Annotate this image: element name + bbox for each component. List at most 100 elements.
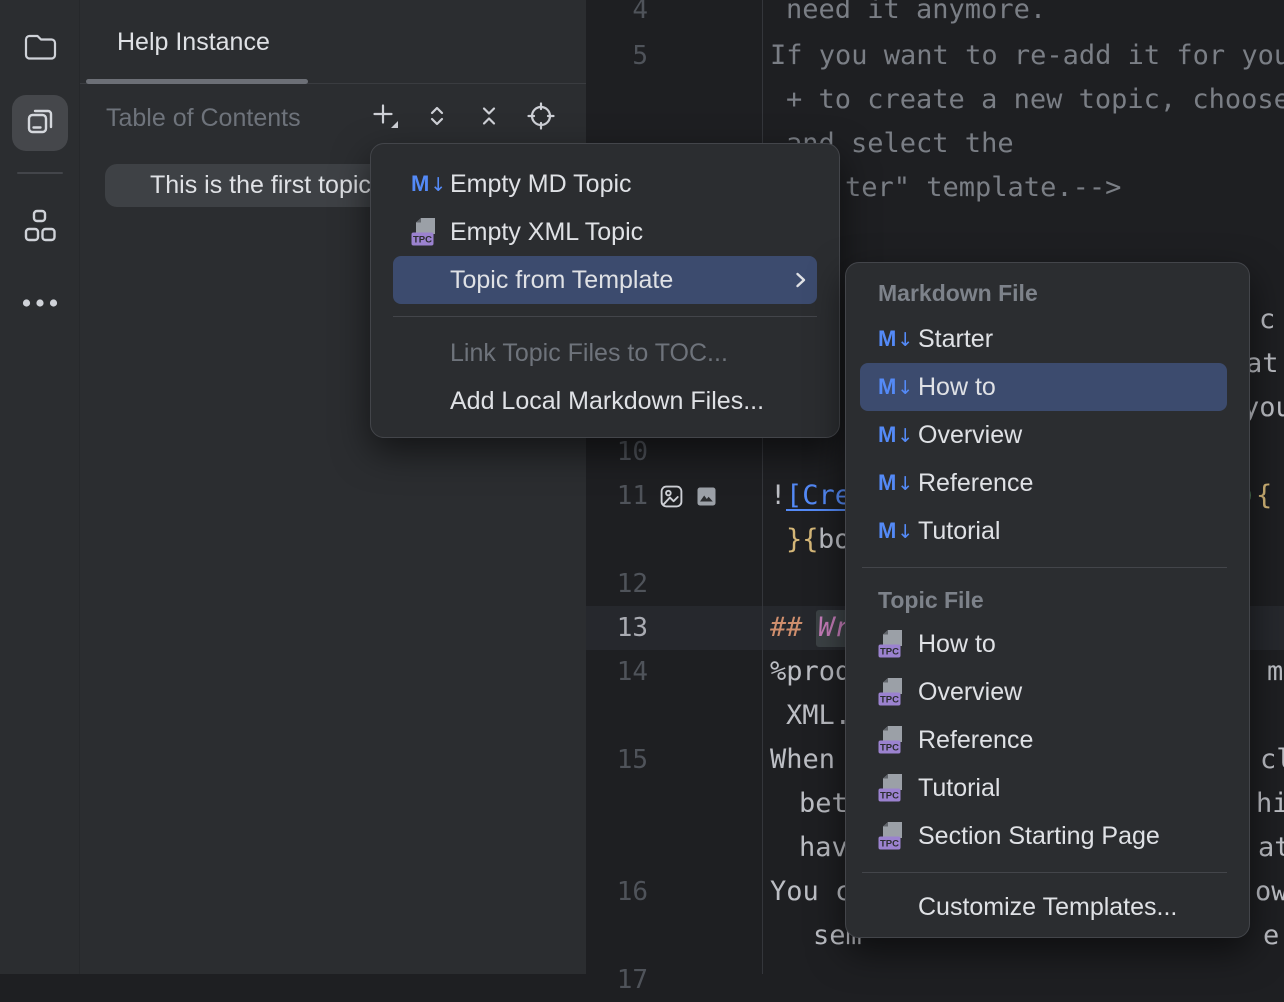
- topic-file-icon: TPC: [411, 217, 450, 247]
- menu-item-empty-xml-topic[interactable]: TPC Empty XML Topic: [393, 208, 817, 256]
- toc-toolbar: Table of Contents: [80, 84, 586, 152]
- toc-tool-icon: [23, 104, 57, 143]
- structure-button[interactable]: [12, 200, 68, 256]
- submenu-item-tutorial-md[interactable]: M↓ Tutorial: [860, 507, 1227, 555]
- svg-text:TPC: TPC: [880, 839, 899, 850]
- section-header-markdown-file: Markdown File: [846, 271, 1249, 315]
- line-number: 4: [586, 0, 648, 32]
- code-segment: m: [1267, 650, 1283, 694]
- code-segment: need it anymore.: [786, 0, 1046, 32]
- editor-row: 5 If you want to re-add it for your: [586, 34, 1284, 78]
- code-segment: e: [1263, 914, 1279, 958]
- menu-item-link-topic-files[interactable]: Link Topic Files to TOC...: [393, 329, 817, 377]
- collapse-all-icon: [476, 103, 502, 134]
- submenu-item-reference-tpc[interactable]: TPC Reference: [860, 716, 1227, 764]
- markdown-file-icon: M↓: [878, 518, 918, 544]
- topic-file-icon: TPC: [878, 725, 918, 755]
- plus-dropdown-icon: [370, 101, 400, 136]
- project-folder-button[interactable]: [12, 20, 68, 76]
- line-number: 12: [586, 562, 648, 606]
- menu-item-empty-md-topic[interactable]: M↓ Empty MD Topic: [393, 160, 817, 208]
- more-icon: [22, 296, 58, 314]
- markdown-file-icon: M↓: [878, 470, 918, 496]
- activity-bar-divider: [17, 172, 63, 174]
- submenu-item-starter[interactable]: M↓ Starter: [860, 315, 1227, 363]
- menu-item-topic-from-template[interactable]: Topic from Template: [393, 256, 817, 304]
- markdown-file-icon: M↓: [411, 171, 450, 197]
- image-icon[interactable]: [697, 487, 716, 506]
- expand-all-button[interactable]: [422, 103, 452, 133]
- code-segment: You c: [770, 870, 851, 914]
- markdown-file-icon: M↓: [878, 326, 918, 352]
- submenu-item-reference-md[interactable]: M↓ Reference: [860, 459, 1227, 507]
- markdown-file-icon: M↓: [878, 422, 918, 448]
- topic-file-icon: TPC: [878, 821, 918, 851]
- submenu-item-overview-md[interactable]: M↓ Overview: [860, 411, 1227, 459]
- menu-separator: [862, 567, 1227, 568]
- menu-separator: [393, 316, 817, 317]
- submenu-item-overview-tpc[interactable]: TPC Overview: [860, 668, 1227, 716]
- topic-file-icon: TPC: [878, 773, 918, 803]
- locate-file-button[interactable]: [526, 103, 556, 133]
- locate-target-icon: [527, 102, 555, 135]
- more-tool-windows-button[interactable]: [12, 277, 68, 333]
- submenu-item-section-starting-page[interactable]: TPC Section Starting Page: [860, 812, 1227, 860]
- code-segment: When: [770, 738, 835, 782]
- line-number: 16: [586, 870, 648, 914]
- code-segment: [Cre: [786, 474, 851, 518]
- line-number: 14: [586, 650, 648, 694]
- code-segment: + to create a new topic, choose t: [786, 78, 1284, 122]
- code-segment: {: [1256, 474, 1272, 518]
- submenu-item-how-to-tpc[interactable]: TPC How to: [860, 620, 1227, 668]
- code-segment: !: [770, 474, 786, 518]
- code-segment: If you want to re-add it for your: [770, 34, 1284, 78]
- image-preview-icon[interactable]: [659, 484, 684, 509]
- code-segment: ##: [770, 606, 803, 650]
- svg-text:TPC: TPC: [880, 647, 899, 658]
- activity-bar: [0, 0, 80, 974]
- submenu-arrow-icon: [794, 269, 807, 291]
- panel-title: Help Instance: [117, 0, 270, 84]
- toc-section-title: Table of Contents: [106, 104, 301, 133]
- svg-text:TPC: TPC: [880, 791, 899, 802]
- line-number: 13: [586, 606, 648, 650]
- add-topic-button[interactable]: [370, 103, 400, 133]
- topic-file-icon: TPC: [878, 677, 918, 707]
- svg-text:TPC: TPC: [413, 235, 432, 246]
- code-segment: }{: [786, 518, 819, 562]
- code-segment: XML.: [786, 694, 851, 738]
- writerside-tool-button[interactable]: [12, 95, 68, 151]
- code-segment: his: [1256, 782, 1284, 826]
- code-segment: at: [1258, 826, 1284, 870]
- editor-row: 4 need it anymore.: [586, 0, 1284, 32]
- panel-header: Help Instance: [80, 0, 586, 84]
- folder-icon: [23, 31, 57, 66]
- editor-row: 17: [586, 958, 1284, 1002]
- svg-text:TPC: TPC: [880, 743, 899, 754]
- code-segment: at: [1246, 342, 1279, 386]
- topic-file-icon: TPC: [878, 629, 918, 659]
- code-segment: %prod: [770, 650, 851, 694]
- menu-item-add-local-markdown[interactable]: Add Local Markdown Files...: [393, 377, 817, 425]
- line-number: 5: [586, 34, 648, 78]
- submenu-item-tutorial-tpc[interactable]: TPC Tutorial: [860, 764, 1227, 812]
- code-segment: ter" template.-->: [845, 166, 1121, 210]
- template-submenu: Markdown File M↓ Starter M↓ How to M↓ Ov…: [845, 262, 1250, 938]
- expand-all-icon: [424, 103, 450, 134]
- code-segment: ow: [1255, 870, 1284, 914]
- structure-icon: [23, 209, 57, 248]
- collapse-all-button[interactable]: [474, 103, 504, 133]
- markdown-file-icon: M↓: [878, 374, 918, 400]
- submenu-item-how-to-md[interactable]: M↓ How to: [860, 363, 1227, 411]
- line-number: 15: [586, 738, 648, 782]
- menu-separator: [862, 872, 1227, 873]
- code-segment: cl: [1260, 738, 1284, 782]
- submenu-item-customize-templates[interactable]: Customize Templates...: [860, 885, 1227, 929]
- new-topic-menu: M↓ Empty MD Topic TPC Empty XML Topic To…: [370, 143, 840, 438]
- line-number: 17: [586, 958, 648, 1002]
- section-header-topic-file: Topic File: [846, 580, 1249, 620]
- svg-text:TPC: TPC: [880, 695, 899, 706]
- line-number: 11: [586, 474, 648, 518]
- editor-row: + to create a new topic, choose t: [586, 78, 1284, 122]
- code-segment: c: [1259, 298, 1275, 342]
